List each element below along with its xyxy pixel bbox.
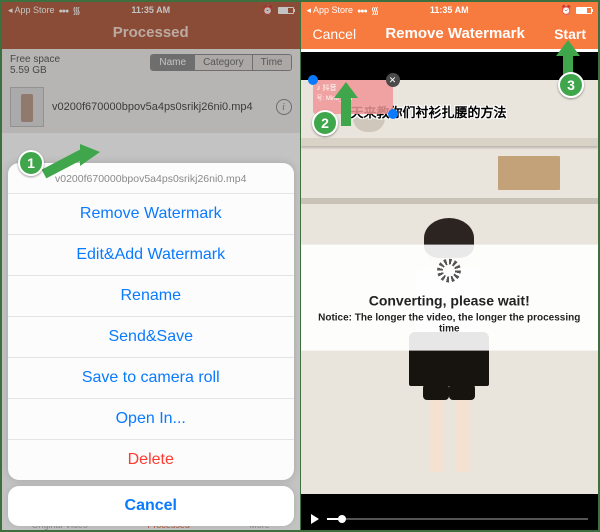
callout-badge-2: 2 [312,110,338,136]
clock: 11:35 AM [430,5,469,15]
battery-icon [576,7,592,14]
video-progress-bar[interactable] [301,508,599,530]
back-to-app[interactable]: ◂ App Store [307,5,354,16]
resize-handle-tl[interactable] [308,75,318,85]
sheet-rename[interactable]: Rename [8,276,294,317]
sheet-cancel[interactable]: Cancel [8,486,294,526]
spinner-icon [437,259,461,283]
cancel-button[interactable]: Cancel [313,26,357,42]
sheet-remove-watermark[interactable]: Remove Watermark [8,194,294,235]
sheet-open-in[interactable]: Open In... [8,399,294,440]
douyin-icon: ♪ [317,84,321,92]
sheet-delete[interactable]: Delete [8,440,294,480]
resize-handle-br[interactable] [388,109,398,119]
converting-title: Converting, please wait! [311,293,589,309]
delete-selection-icon[interactable]: ✕ [386,73,400,87]
callout-badge-3: 3 [558,72,584,98]
converting-overlay: Converting, please wait! Notice: The lon… [301,245,599,351]
callout-arrow-1 [40,144,100,180]
alarm-icon: ⏰ [561,5,572,16]
sheet-edit-add-watermark[interactable]: Edit&Add Watermark [8,235,294,276]
play-icon[interactable] [311,514,319,524]
sheet-save-camera-roll[interactable]: Save to camera roll [8,358,294,399]
signal-icon [357,5,367,15]
action-sheet: v0200f670000bpov5a4ps0srikj26ni0.mp4 Rem… [8,163,294,526]
converting-notice: Notice: The longer the video, the longer… [311,313,589,335]
callout-arrow-2 [334,82,364,128]
callout-badge-1: 1 [18,150,44,176]
page-title: Remove Watermark [385,25,525,42]
wifi-icon [371,3,380,17]
scrubber[interactable] [327,518,589,520]
sheet-send-save[interactable]: Send&Save [8,317,294,358]
